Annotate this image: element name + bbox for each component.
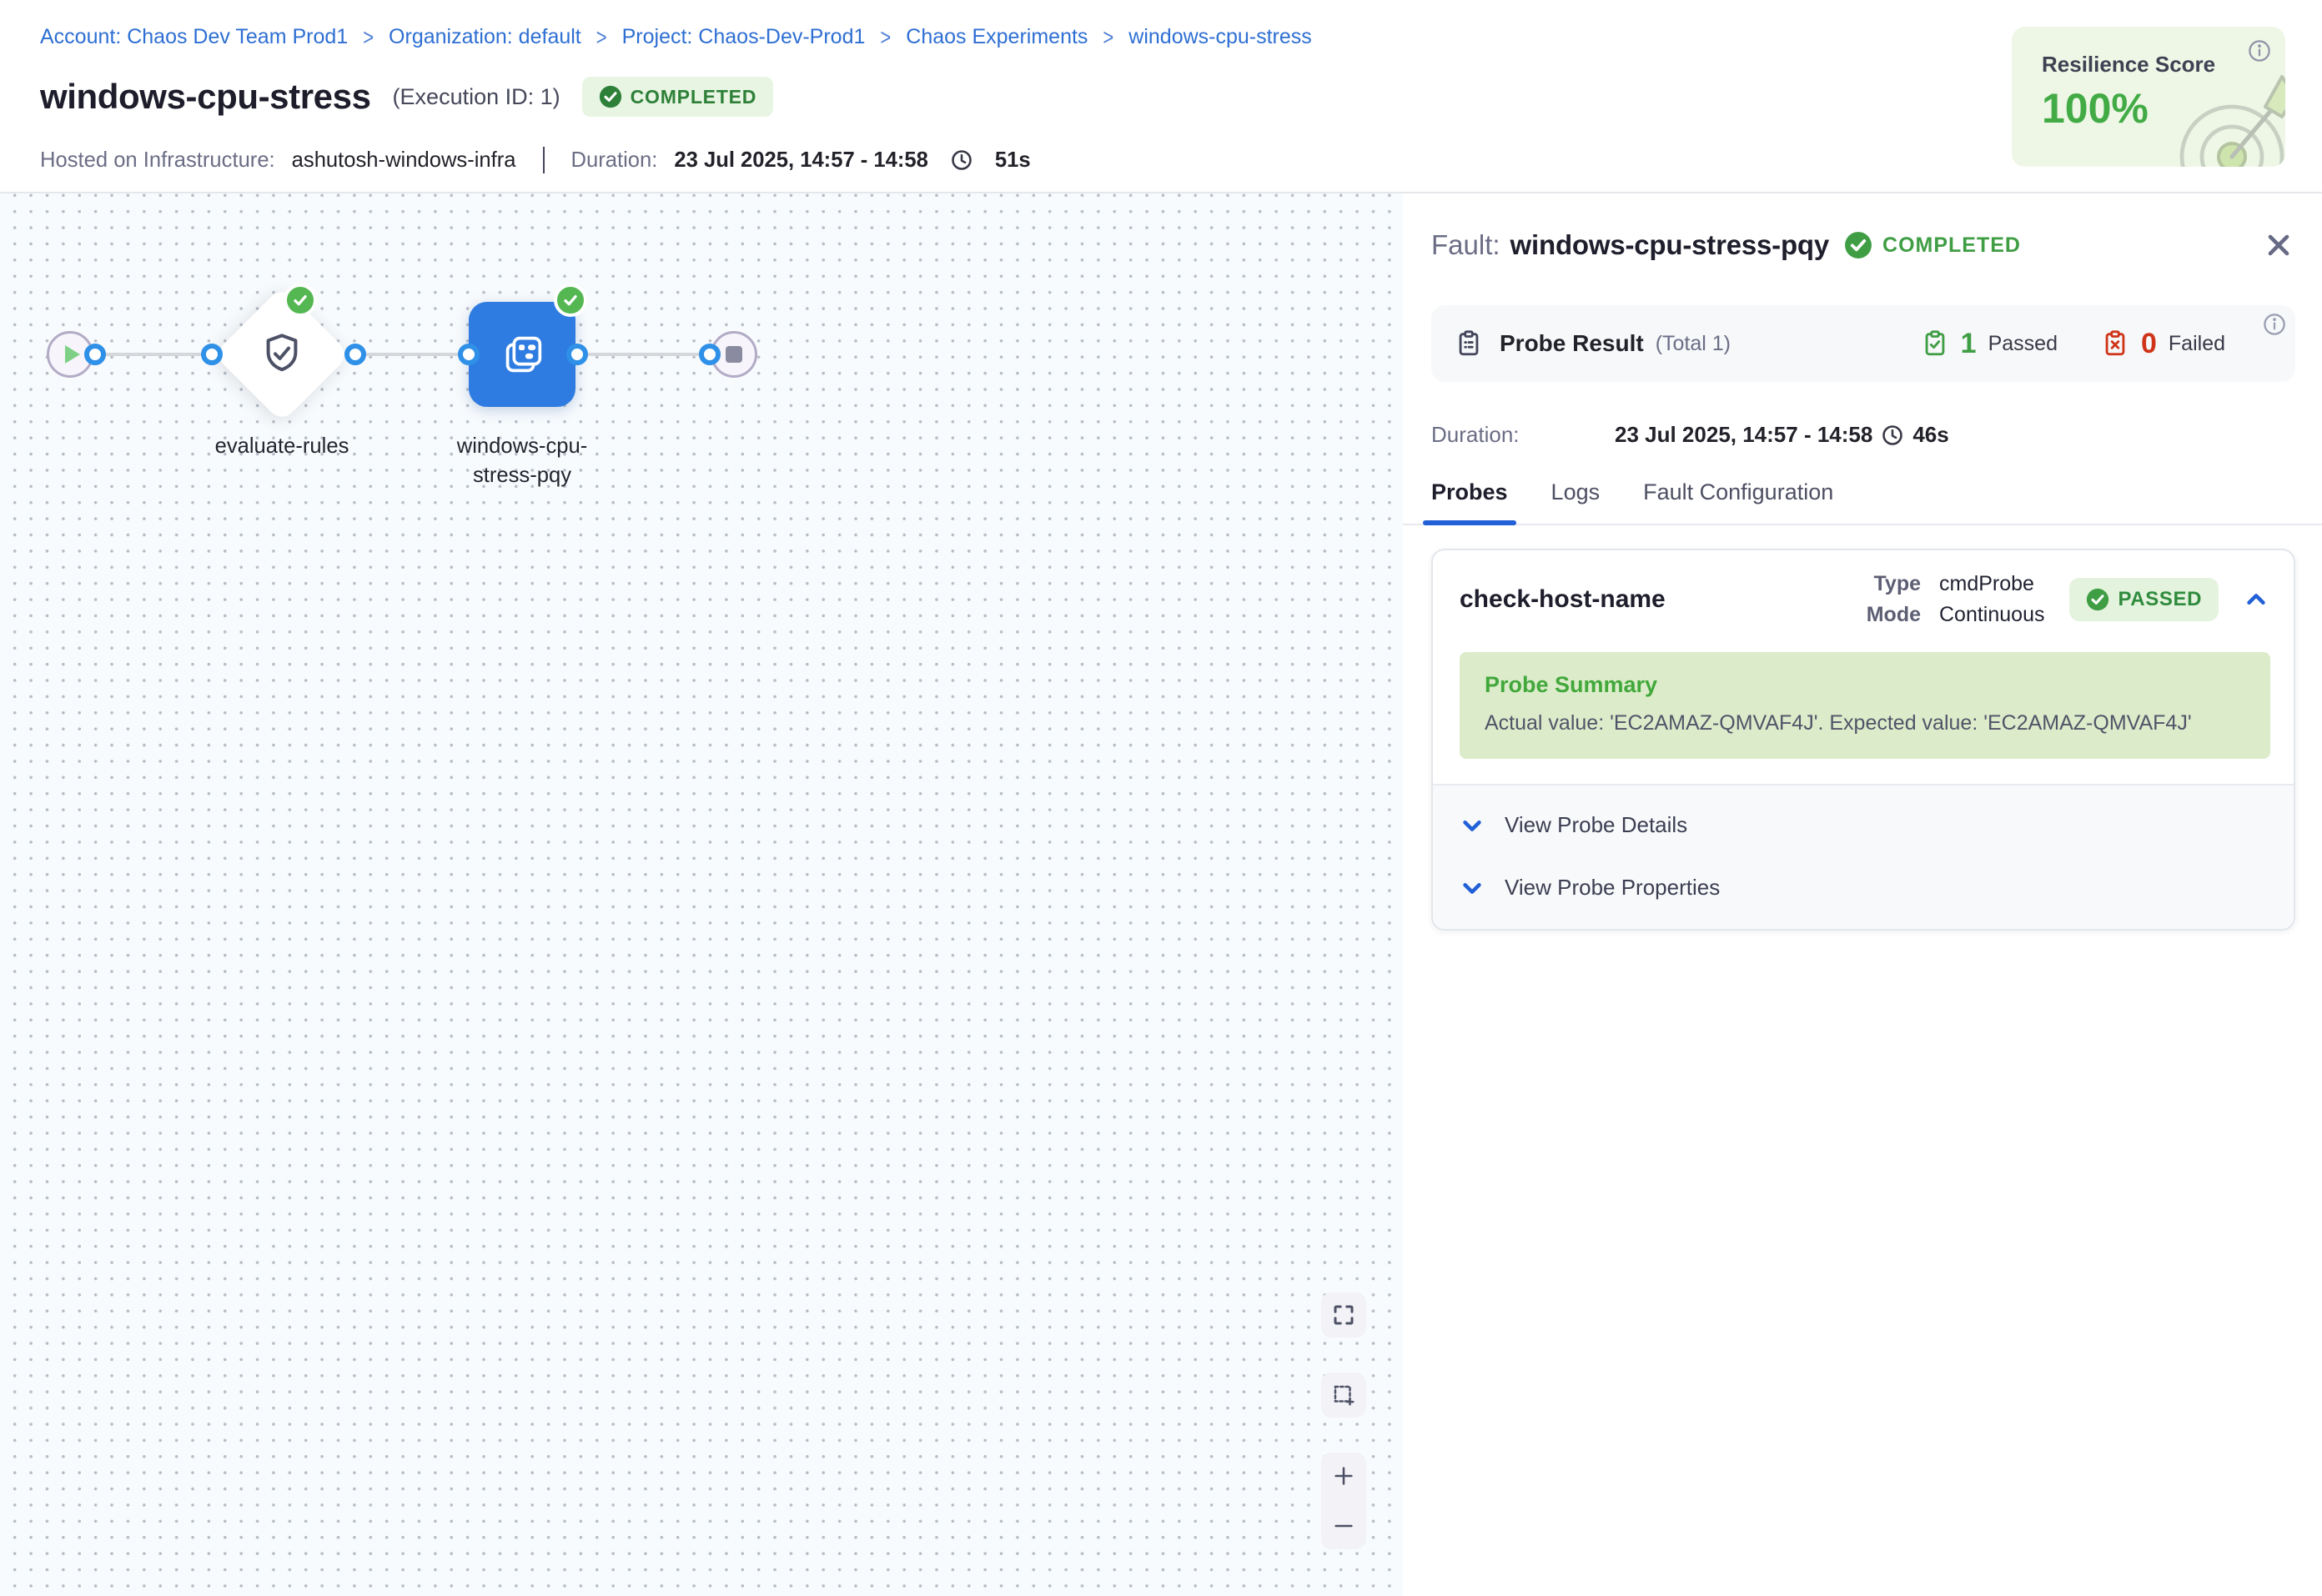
probe-summary-box: Probe Summary Actual value: 'EC2AMAZ-QMV… [1460,652,2270,759]
breadcrumb-separator: > [880,23,891,51]
duration-seconds: 46s [1912,422,1948,448]
page-title: windows-cpu-stress [40,77,371,117]
tab-fault-configuration[interactable]: Fault Configuration [1643,479,1833,524]
breadcrumb-chaos-experiments[interactable]: Chaos Experiments [906,25,1088,49]
probe-result-total: (Total 1) [1656,332,1731,356]
probe-card-header[interactable]: check-host-name Type cmdProbe Mode Conti… [1433,550,2294,645]
zoom-in-button[interactable] [1332,1464,1355,1488]
port [344,344,366,365]
probe-result-title: Probe Result [1500,330,1644,357]
breadcrumb-separator: > [363,23,374,51]
fault-details-panel: Fault: windows-cpu-stress-pqy COMPLETED … [1403,193,2322,1596]
failed-label: Failed [2169,332,2225,356]
clock-icon [950,148,973,172]
duration-seconds: 51s [995,148,1031,173]
check-circle-icon [2086,588,2109,611]
info-icon[interactable] [2262,312,2287,337]
fault-name: windows-cpu-stress-pqy [1510,229,1829,261]
resilience-score-card: Resilience Score 100% [2012,27,2285,167]
chevron-down-icon [1460,876,1485,901]
fault-status-completed: COMPLETED [1844,231,2021,259]
probe-status-badge: PASSED [2069,578,2219,621]
collapse-probe-button[interactable] [2240,584,2272,615]
duration-label: Duration: [571,148,658,173]
chevron-up-icon [2244,587,2269,612]
probe-mode-value: Continuous [1939,603,2044,627]
breadcrumb-separator: > [596,23,607,51]
failed-count-group: 0 Failed [2101,328,2225,360]
fault-label: Fault: [1431,229,1500,261]
tab-logs[interactable]: Logs [1551,479,1601,524]
fullscreen-icon [1331,1302,1356,1327]
stop-icon [726,346,742,363]
evaluate-rules-node[interactable] [214,286,350,423]
duration-label: Duration: [1431,422,1615,448]
probe-summary-title: Probe Summary [1485,672,2245,698]
marquee-select-icon [1331,1383,1356,1408]
port [458,344,480,365]
close-panel-button[interactable] [2262,228,2295,262]
status-badge: COMPLETED [582,77,774,117]
probe-result-summary: Probe Result (Total 1) 1 Passed 0 Failed [1431,305,2295,382]
edge-start-evaluate [95,353,212,356]
evaluate-success-badge [284,284,317,317]
breadcrumb-current[interactable]: windows-cpu-stress [1128,25,1312,49]
clipboard-check-icon [1921,329,1949,358]
probe-type-label: Type [1867,572,1921,596]
fault-node-label: windows-cpu-stress-pqy [434,432,611,489]
clipboard-icon [1455,329,1483,358]
view-probe-properties[interactable]: View Probe Properties [1433,856,2294,919]
play-icon [65,345,80,364]
breadcrumb-organization[interactable]: Organization: default [389,25,581,49]
infrastructure-name: ashutosh-windows-infra [292,148,516,173]
resilience-score-value: 100% [2042,84,2285,133]
clipboard-x-icon [2101,329,2129,358]
passed-count-group: 1 Passed [1921,328,2058,360]
edge-evaluate-fault [355,353,470,356]
chaos-fault-icon [496,329,548,380]
port [566,344,588,365]
zoom-controls [1321,1453,1366,1549]
port [699,344,721,365]
duration-value: 23 Jul 2025, 14:57 - 14:58 [1615,422,1872,448]
evaluate-node-label: evaluate-rules [182,432,382,461]
pipeline-canvas[interactable]: evaluate-rules windows-cpu-stress-pqy [0,193,1403,1596]
hosted-label: Hosted on Infrastructure: [40,148,275,173]
port [201,344,223,365]
page-header: Account: Chaos Dev Team Prod1 > Organiza… [0,0,2322,193]
fullscreen-button[interactable] [1321,1292,1366,1338]
edge-fault-stop [577,353,711,356]
close-icon [2265,232,2292,258]
breadcrumb-account[interactable]: Account: Chaos Dev Team Prod1 [40,25,348,49]
fault-success-badge [554,284,587,317]
breadcrumb: Account: Chaos Dev Team Prod1 > Organiza… [40,25,1312,49]
chevron-down-icon [1460,813,1485,838]
divider [543,147,545,173]
probe-mode-label: Mode [1867,603,1921,627]
breadcrumb-project[interactable]: Project: Chaos-Dev-Prod1 [622,25,866,49]
check-circle-icon [1844,231,1872,259]
execution-id: (Execution ID: 1) [393,84,560,110]
port [84,344,106,365]
info-icon[interactable] [2247,38,2272,63]
duration-value: 23 Jul 2025, 14:57 - 14:58 [674,148,928,173]
probe-type-value: cmdProbe [1939,572,2044,596]
clock-icon [1881,424,1904,447]
fault-node[interactable] [469,302,575,407]
breadcrumb-separator: > [1103,23,1113,51]
probe-summary-text: Actual value: 'EC2AMAZ-QMVAF4J'. Expecte… [1485,711,2245,735]
tab-probes[interactable]: Probes [1431,479,1508,524]
probe-card-footer: View Probe Details View Probe Properties [1433,784,2294,929]
probe-name: check-host-name [1460,585,1666,614]
selection-mode-button[interactable] [1321,1373,1366,1418]
zoom-out-button[interactable] [1332,1514,1355,1538]
failed-count: 0 [2141,328,2157,360]
probe-card: check-host-name Type cmdProbe Mode Conti… [1431,549,2295,931]
panel-tabs: Probes Logs Fault Configuration [1403,479,2322,525]
fault-duration-row: Duration: 23 Jul 2025, 14:57 - 14:58 46s [1431,422,2295,448]
check-circle-icon [599,85,622,108]
passed-count: 1 [1961,328,1977,360]
view-probe-details[interactable]: View Probe Details [1433,794,2294,856]
passed-label: Passed [1988,332,2058,356]
